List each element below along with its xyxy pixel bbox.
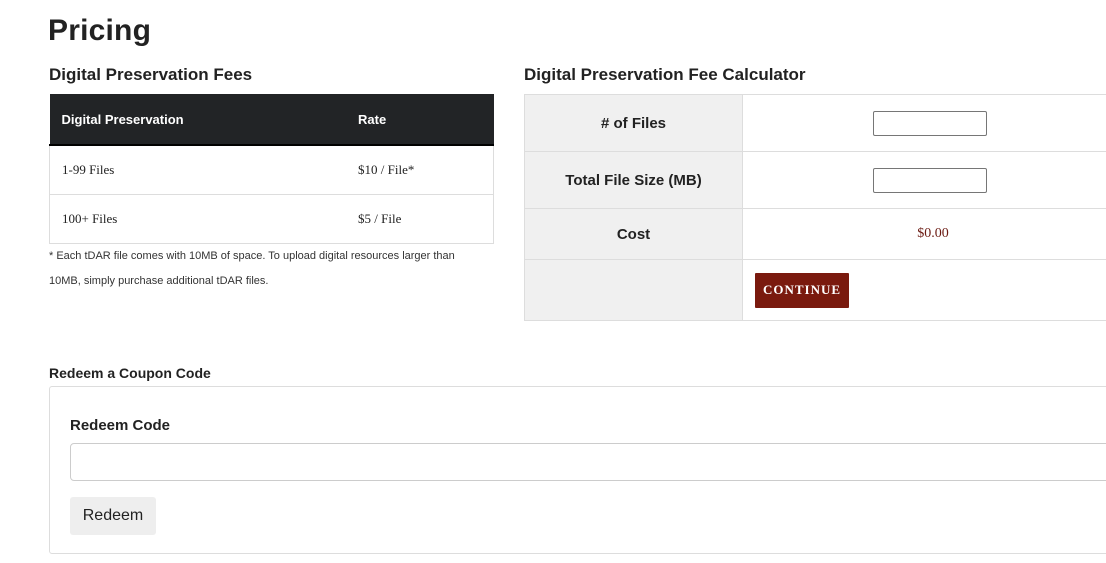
actions-label-cell: [524, 259, 743, 321]
coupon-heading: Redeem a Coupon Code: [49, 365, 211, 381]
table-row: 100+ Files $5 / File: [49, 194, 494, 244]
calculator-row-actions: CONTINUE: [524, 259, 1106, 321]
page-title: Pricing: [48, 14, 152, 47]
cost-label: Cost: [524, 208, 743, 260]
redeem-code-label: Redeem Code: [70, 417, 171, 434]
calculator-row-files: # of Files: [524, 94, 1106, 152]
fees-table-header-row: Digital Preservation Rate: [49, 94, 494, 146]
calculator-row-size: Total File Size (MB): [524, 151, 1106, 209]
coupon-code-input[interactable]: [70, 443, 1106, 481]
continue-button[interactable]: CONTINUE: [755, 272, 850, 308]
redeem-button[interactable]: Redeem: [70, 497, 156, 535]
coupon-panel: Redeem Code Redeem: [49, 386, 1106, 554]
fees-heading: Digital Preservation Fees: [49, 65, 253, 84]
table-row: 1-99 Files $10 / File*: [49, 144, 494, 195]
fees-footnote: * Each tDAR file comes with 10MB of spac…: [49, 250, 455, 287]
tier-label: 100+ Files: [49, 194, 346, 244]
fee-calculator: # of Files Total File Size (MB) Cost $0.…: [524, 94, 1106, 321]
files-count-input[interactable]: [873, 110, 987, 136]
column-header-digital-preservation: Digital Preservation: [49, 94, 346, 146]
column-header-rate: Rate: [346, 94, 494, 146]
tier-rate: $10 / File*: [346, 144, 494, 195]
tier-label: 1-99 Files: [49, 144, 346, 195]
tier-rate: $5 / File: [346, 194, 494, 244]
files-label: # of Files: [524, 94, 743, 152]
size-label: Total File Size (MB): [524, 151, 743, 209]
calculator-row-cost: Cost $0.00: [524, 208, 1106, 260]
cost-value: $0.00: [917, 226, 949, 241]
calculator-heading: Digital Preservation Fee Calculator: [524, 65, 806, 84]
file-size-input[interactable]: [873, 167, 987, 193]
fees-table: Digital Preservation Rate 1-99 Files $10…: [49, 94, 494, 244]
